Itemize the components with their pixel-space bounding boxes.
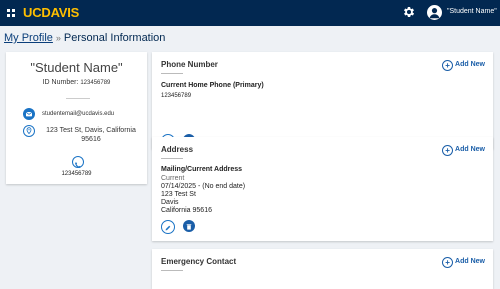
profile-id: ID Number: 123456789 (6, 79, 147, 86)
address-status: Current (161, 175, 185, 182)
add-phone-button[interactable]: + Add New (442, 60, 485, 71)
address-section-title: Address (161, 145, 194, 154)
profile-divider (66, 98, 90, 99)
breadcrumb-separator: » (55, 33, 61, 43)
id-label: ID Number: (42, 79, 79, 86)
address-card: Address + Add New Mailing/Current Address… (152, 137, 493, 241)
page-title: Personal Information (63, 32, 166, 44)
emergency-section-title: Emergency Contact (161, 257, 237, 266)
gear-icon[interactable] (402, 5, 416, 19)
breadcrumb: My Profile» Personal Information (4, 32, 165, 44)
phone-icon (72, 156, 84, 168)
plus-icon: + (442, 60, 454, 71)
profile-email: studentemail@ucdavis.edu (42, 111, 115, 117)
id-value: 123456789 (80, 80, 111, 86)
add-emergency-contact-button[interactable]: + Add New (442, 257, 485, 268)
add-address-button[interactable]: + Add New (442, 145, 485, 156)
address-line-1: 123 Test St (161, 191, 196, 198)
plus-icon: + (442, 257, 454, 268)
profile-card: "Student Name" ID Number: 123456789 stud… (6, 52, 147, 184)
brand-logo[interactable]: UCDAVIS (23, 5, 79, 20)
pencil-icon (165, 225, 171, 231)
breadcrumb-link-my-profile[interactable]: My Profile (4, 32, 53, 44)
emergency-contact-card: Emergency Contact + Add New (152, 249, 493, 289)
address-date-range: 07/14/2025 - (No end date) (161, 183, 246, 190)
phone-section-title: Phone Number (161, 60, 218, 69)
trash-icon (186, 224, 192, 230)
section-divider (161, 270, 183, 271)
edit-address-button[interactable] (161, 220, 175, 234)
user-name[interactable]: "Student Name" (447, 8, 497, 15)
phone-item-value: 123456789 (161, 93, 192, 99)
profile-address: 123 Test St, Davis, California 95616 (46, 127, 136, 143)
profile-phone: 123456789 (61, 171, 92, 177)
avatar-icon[interactable] (427, 5, 442, 20)
section-divider (161, 158, 183, 159)
add-address-label: Add New (455, 146, 485, 153)
top-nav-bar: UCDAVIS "Student Name" (0, 0, 500, 26)
phone-number-card: Phone Number + Add New Current Home Phone… (152, 52, 493, 149)
delete-address-button[interactable] (183, 220, 195, 232)
app-grid-icon[interactable] (7, 9, 15, 17)
section-divider (161, 73, 183, 74)
address-line-3: California 95616 (161, 207, 212, 214)
address-line-2: Davis (161, 199, 179, 206)
plus-icon: + (442, 145, 454, 156)
add-phone-label: Add New (455, 61, 485, 68)
email-icon (23, 108, 35, 120)
phone-item-title: Current Home Phone (Primary) (161, 82, 264, 89)
profile-name: "Student Name" (30, 60, 123, 75)
add-emergency-label: Add New (455, 258, 485, 265)
location-pin-icon (23, 125, 35, 137)
address-item-title: Mailing/Current Address (161, 166, 243, 173)
